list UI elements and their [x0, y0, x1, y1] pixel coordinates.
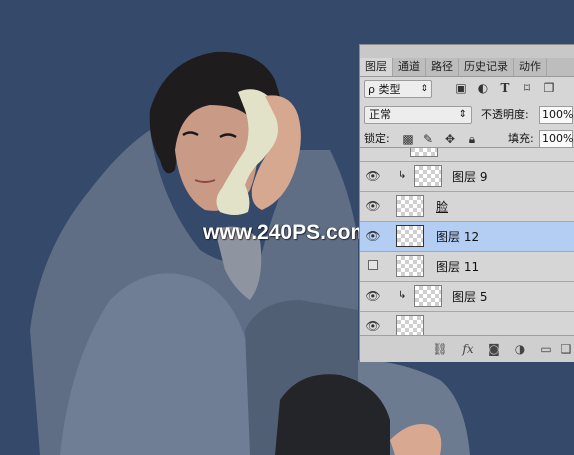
layer-thumbnail: [396, 255, 424, 277]
blend-row: 正常 ⇕ 不透明度: 100%: [360, 103, 574, 127]
layer-row[interactable]: 👁︎ ↳ 图层 9: [360, 162, 574, 192]
layer-name[interactable]: 脸: [436, 199, 448, 215]
new-layer-icon[interactable]: ❑: [558, 341, 574, 357]
visibility-eye-icon[interactable]: 👁︎: [364, 228, 382, 244]
visibility-toggle-hidden[interactable]: [368, 260, 378, 270]
layer-list[interactable]: 👁︎ ↳ 图层 9 👁︎ 脸 👁︎ 图层 12 图层 11 👁︎ ↳ 图层 5: [360, 147, 574, 336]
shape-filter-icon[interactable]: ⌑: [520, 81, 534, 95]
lock-all-icon[interactable]: 🔒︎: [464, 130, 480, 148]
layer-thumbnail: [414, 165, 442, 187]
lock-label: 锁定:: [364, 132, 390, 145]
tab-layers[interactable]: 图层: [360, 58, 393, 76]
layer-thumbnail: [396, 315, 424, 336]
mask-icon[interactable]: ◙: [486, 341, 502, 357]
visibility-eye-icon[interactable]: 👁︎: [364, 288, 382, 304]
updown-arrows-icon: ⇕: [420, 84, 428, 94]
layer-name[interactable]: 图层 9: [452, 169, 487, 185]
layer-row[interactable]: 图层 11: [360, 252, 574, 282]
clipping-arrow-icon: ↳: [398, 170, 407, 181]
layer-name[interactable]: 图层 5: [452, 289, 487, 305]
visibility-eye-icon[interactable]: 👁︎: [364, 168, 382, 184]
filter-row: ρ 类型 ⇕ ▣ ◐ T ⌑ ❐: [360, 77, 574, 101]
layer-row-selected[interactable]: 👁︎ 图层 12: [360, 222, 574, 252]
adjustment-filter-icon[interactable]: ◐: [476, 81, 490, 95]
filter-kind-select[interactable]: ρ 类型 ⇕: [364, 80, 432, 98]
adjustment-icon[interactable]: ◑: [512, 341, 528, 357]
layer-name[interactable]: 图层 12: [436, 229, 479, 245]
panel-title-bar[interactable]: [360, 45, 574, 58]
fill-label: 填充:: [508, 132, 534, 145]
type-filter-icon[interactable]: T: [498, 81, 512, 95]
lock-move-icon[interactable]: ✥: [442, 130, 458, 148]
tab-actions[interactable]: 动作: [514, 58, 547, 76]
tab-channels[interactable]: 通道: [393, 58, 426, 76]
layers-panel: 图层 通道 路径 历史记录 动作 ρ 类型 ⇕ ▣ ◐ T ⌑ ❐ 正常 ⇕ 不…: [359, 44, 574, 362]
lock-transparent-icon[interactable]: ▩: [400, 130, 416, 148]
folder-icon[interactable]: ▭: [538, 341, 554, 357]
layer-name[interactable]: 图层 11: [436, 259, 479, 275]
layer-row[interactable]: 👁︎ 脸: [360, 192, 574, 222]
clipping-arrow-icon: ↳: [398, 290, 407, 301]
visibility-eye-icon[interactable]: 👁︎: [364, 318, 382, 334]
tab-paths[interactable]: 路径: [426, 58, 459, 76]
visibility-eye-icon[interactable]: 👁︎: [364, 198, 382, 214]
watermark-text: www.240PS.com: [203, 221, 370, 244]
opacity-label: 不透明度:: [481, 108, 529, 121]
layer-thumbnail: [396, 195, 424, 217]
layer-thumbnail: [414, 285, 442, 307]
panel-tabs: 图层 通道 路径 历史记录 动作: [360, 58, 574, 77]
blend-mode-value: 正常: [369, 108, 391, 121]
opacity-input[interactable]: 100%: [539, 106, 573, 124]
blend-mode-select[interactable]: 正常 ⇕: [364, 106, 472, 124]
layer-thumbnail: [410, 148, 438, 157]
tab-history[interactable]: 历史记录: [459, 58, 514, 76]
layers-bottom-bar: ⛓ fx ◙ ◑ ▭ ❑: [360, 335, 574, 362]
layer-row-partial[interactable]: [360, 148, 574, 162]
layer-row[interactable]: 👁︎ ↳ 图层 5: [360, 282, 574, 312]
filter-kind-label: ρ 类型: [368, 83, 401, 96]
lock-paint-brush-icon[interactable]: ✎: [420, 130, 436, 148]
layer-thumbnail: [396, 225, 424, 247]
updown-arrows-icon: ⇕: [458, 109, 467, 120]
link-icon[interactable]: ⛓: [432, 341, 448, 357]
layer-row-partial[interactable]: 👁︎: [360, 312, 574, 336]
smart-object-filter-icon[interactable]: ❐: [542, 81, 556, 95]
fx-icon[interactable]: fx: [460, 341, 476, 357]
fill-input[interactable]: 100%: [539, 130, 573, 148]
image-filter-icon[interactable]: ▣: [454, 81, 468, 95]
